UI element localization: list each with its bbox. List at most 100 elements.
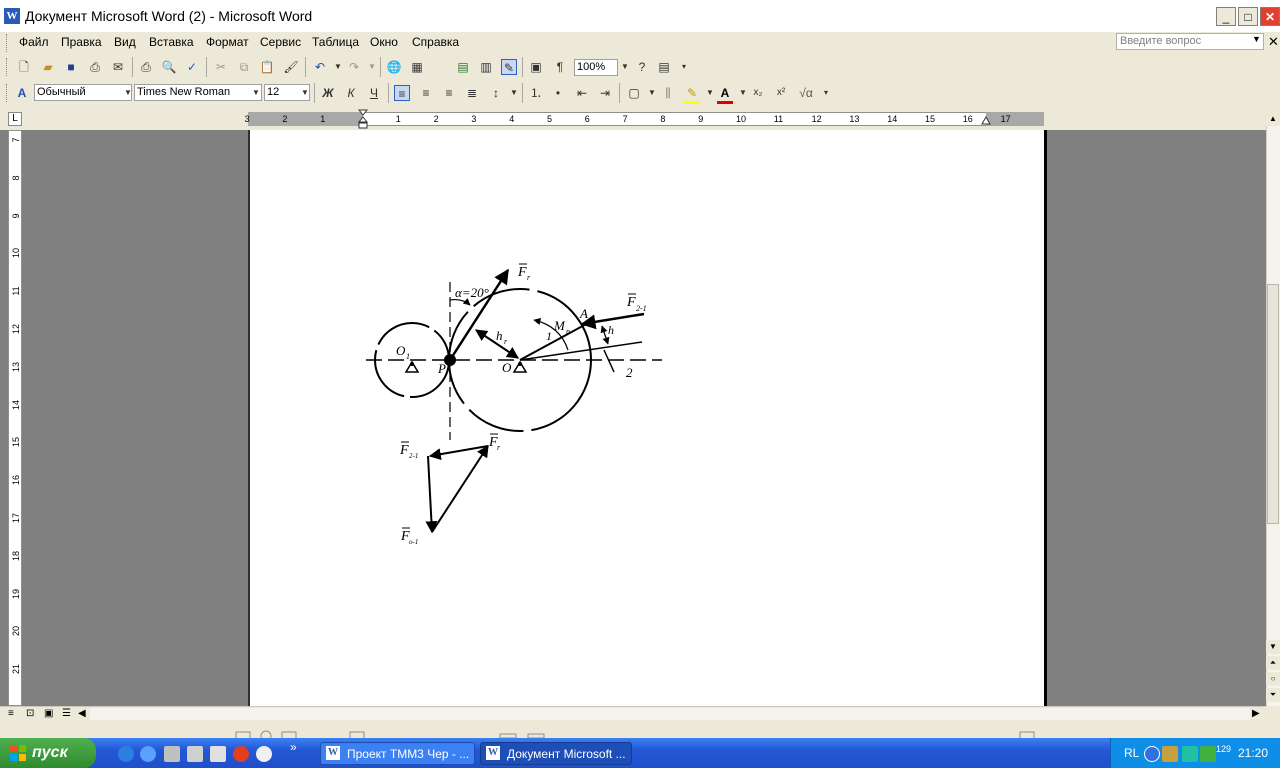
horizontal-scroll-track[interactable]	[90, 708, 1250, 720]
show-formatting-icon[interactable]: ¶	[552, 59, 568, 75]
bullets-icon[interactable]: •	[550, 85, 566, 101]
toolbar-options-icon[interactable]: ▾	[818, 85, 834, 101]
scroll-down-button[interactable]: ▼	[1266, 640, 1280, 654]
permission-icon[interactable]: ⎙	[87, 59, 103, 75]
numbering-icon[interactable]: ⒈	[528, 85, 544, 101]
increase-indent-icon[interactable]: ⇥	[597, 85, 613, 101]
document-close-button[interactable]: ✕	[1268, 34, 1279, 50]
menu-grip[interactable]	[6, 34, 10, 52]
scroll-right-button[interactable]: ▶	[1252, 708, 1260, 719]
spelling-icon[interactable]: ✓	[184, 59, 200, 75]
copy-icon[interactable]: ⧉	[236, 59, 252, 75]
zoom-combo[interactable]: 100%	[574, 59, 618, 76]
player-icon[interactable]	[256, 746, 272, 762]
toolbar-grip[interactable]	[6, 58, 10, 76]
printer-icon[interactable]	[187, 746, 203, 762]
redo-icon[interactable]: ↷	[346, 59, 362, 75]
format-painter-icon[interactable]: 🖌	[283, 59, 299, 75]
tray-device-icon[interactable]	[1162, 746, 1178, 762]
open-folder-icon[interactable]: ▰	[40, 59, 56, 75]
indent-marker[interactable]	[357, 108, 369, 130]
menu-file[interactable]: Файл	[19, 35, 49, 49]
menu-format[interactable]: Формат	[206, 35, 249, 49]
font-size-dropdown-icon[interactable]: ▼	[297, 85, 313, 101]
scroll-left-button[interactable]: ◀	[78, 708, 86, 719]
taskbar-item-document[interactable]: Документ Microsoft ...	[480, 742, 632, 765]
cut-icon[interactable]: ✂	[213, 59, 229, 75]
font-color-dropdown-icon[interactable]: ▼	[735, 85, 751, 101]
new-document-icon[interactable]: 🗋	[16, 59, 32, 75]
drawing-icon[interactable]: ✎	[501, 59, 517, 75]
font-color-icon[interactable]: A	[717, 85, 733, 104]
highlight-dropdown-icon[interactable]: ▼	[702, 85, 718, 101]
help-icon[interactable]: ?	[634, 59, 650, 75]
document-page[interactable]: α=20° F r F 2-1 A M п h h r O 1 P O 1 2 …	[250, 130, 1044, 706]
ie-icon[interactable]	[118, 746, 134, 762]
justify-icon[interactable]: ≣	[464, 85, 480, 101]
menu-help[interactable]: Справка	[412, 35, 459, 49]
media-icon[interactable]	[233, 746, 249, 762]
align-left-icon[interactable]: ≡	[394, 85, 410, 101]
menu-window[interactable]: Окно	[370, 35, 398, 49]
align-center-icon[interactable]: ≡	[418, 85, 434, 101]
scroll-up-button[interactable]: ▲	[1266, 112, 1280, 126]
print-preview-icon[interactable]: 🔍	[161, 59, 177, 75]
align-right-icon[interactable]: ≡	[441, 85, 457, 101]
equation-icon[interactable]: √α	[796, 85, 816, 101]
italic-button[interactable]: К	[343, 85, 359, 101]
ask-question-dropdown-icon[interactable]: ▼	[1252, 34, 1261, 44]
right-indent-marker[interactable]	[981, 114, 991, 125]
menu-tools[interactable]: Сервис	[260, 35, 301, 49]
maximize-button[interactable]: □	[1238, 7, 1258, 26]
menu-edit[interactable]: Правка	[61, 35, 102, 49]
font-combo[interactable]: Times New Roman	[134, 84, 262, 101]
line-spacing-icon[interactable]: ↕	[488, 85, 504, 101]
paste-icon[interactable]: 📋	[259, 59, 275, 75]
redo-dropdown-icon[interactable]: ▼	[364, 59, 380, 75]
drawing-toolbar[interactable]	[0, 722, 1280, 738]
styles-pane-icon[interactable]: A	[14, 85, 30, 101]
insert-excel-icon[interactable]: ▤	[455, 59, 471, 75]
select-browse-object-button[interactable]: ○	[1266, 672, 1280, 686]
columns-icon[interactable]: ▥	[478, 59, 494, 75]
font-dropdown-icon[interactable]: ▼	[248, 85, 264, 101]
language-indicator[interactable]: RL	[1124, 746, 1139, 760]
highlight-icon[interactable]: ✎	[684, 85, 700, 104]
borders-dropdown-icon[interactable]: ▼	[644, 85, 660, 101]
tables-borders-icon[interactable]: ▦	[409, 59, 425, 75]
undo-dropdown-icon[interactable]: ▼	[330, 59, 346, 75]
document-map-icon[interactable]: ▣	[528, 59, 544, 75]
borders-icon[interactable]: ▢	[626, 85, 642, 101]
style-combo[interactable]: Обычный	[34, 84, 132, 101]
print-icon[interactable]: ⎙	[138, 59, 154, 75]
toolbar-options-icon[interactable]: ▾	[676, 59, 692, 75]
decrease-indent-icon[interactable]: ⇤	[574, 85, 590, 101]
menu-view[interactable]: Вид	[114, 35, 136, 49]
previous-page-button[interactable]: ⏶	[1266, 656, 1280, 670]
email-icon[interactable]: ✉	[110, 59, 126, 75]
next-page-button[interactable]: ⏷	[1266, 688, 1280, 702]
ask-question-input[interactable]: Введите вопрос	[1116, 33, 1264, 50]
computer-icon[interactable]	[210, 746, 226, 762]
menu-insert[interactable]: Вставка	[149, 35, 194, 49]
text-direction-icon[interactable]: ⫼	[660, 85, 676, 101]
tray-arrow-icon[interactable]	[1144, 746, 1160, 762]
bold-button[interactable]: Ж	[320, 85, 336, 101]
explorer-icon[interactable]	[140, 746, 156, 762]
hyperlink-icon[interactable]: 🌐	[386, 59, 402, 75]
print-layout-icon[interactable]: ▣	[44, 708, 53, 719]
line-spacing-dropdown-icon[interactable]: ▼	[506, 85, 522, 101]
read-icon[interactable]: ▤	[656, 59, 672, 75]
tray-counter[interactable]: 129	[1216, 744, 1231, 754]
save-icon[interactable]: ■	[63, 59, 79, 75]
zoom-dropdown-icon[interactable]: ▼	[617, 59, 633, 75]
web-view-icon[interactable]: ⊡	[26, 708, 34, 719]
vertical-scroll-thumb[interactable]	[1267, 284, 1279, 524]
tab-selector[interactable]: L	[8, 112, 22, 126]
quicklaunch-more-icon[interactable]: »	[290, 740, 297, 754]
clock[interactable]: 21:20	[1238, 746, 1268, 760]
word-app-icon[interactable]: W	[4, 8, 20, 24]
toolbar-grip[interactable]	[6, 84, 10, 102]
network-icon[interactable]	[164, 746, 180, 762]
close-button[interactable]: ✕	[1260, 7, 1280, 26]
